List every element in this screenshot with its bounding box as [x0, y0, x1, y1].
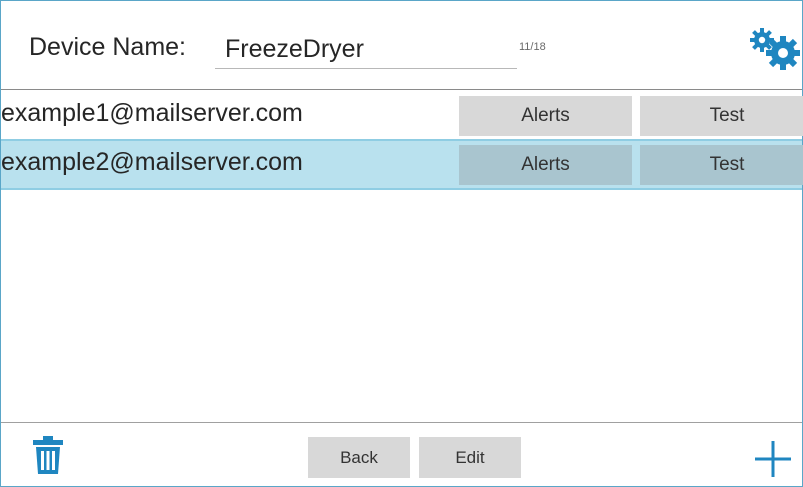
header: Device Name: 11/18 [1, 1, 802, 90]
alerts-button[interactable]: Alerts [459, 96, 632, 136]
settings-button[interactable] [747, 27, 801, 71]
plus-icon [755, 441, 791, 477]
alerts-button[interactable]: Alerts [459, 145, 632, 185]
email-row-selected[interactable]: example2@mailserver.com Alerts Test [1, 139, 803, 190]
gears-icon [750, 28, 800, 70]
email-row[interactable]: example1@mailserver.com Alerts Test [1, 90, 803, 137]
device-name-label: Device Name: [29, 33, 186, 61]
email-address: example2@mailserver.com [1, 148, 303, 176]
back-button[interactable]: Back [308, 437, 410, 478]
footer-toolbar: Back Edit [1, 422, 802, 487]
trash-icon [33, 436, 63, 474]
test-button[interactable]: Test [640, 96, 803, 136]
device-name-input[interactable] [215, 25, 517, 69]
test-button[interactable]: Test [640, 145, 803, 185]
email-settings-screen: Device Name: 11/18 [0, 0, 803, 487]
email-address: example1@mailserver.com [1, 99, 303, 127]
add-email-button[interactable] [753, 439, 793, 479]
delete-button[interactable] [31, 435, 65, 475]
edit-button[interactable]: Edit [419, 437, 521, 478]
character-counter: 11/18 [519, 41, 546, 53]
